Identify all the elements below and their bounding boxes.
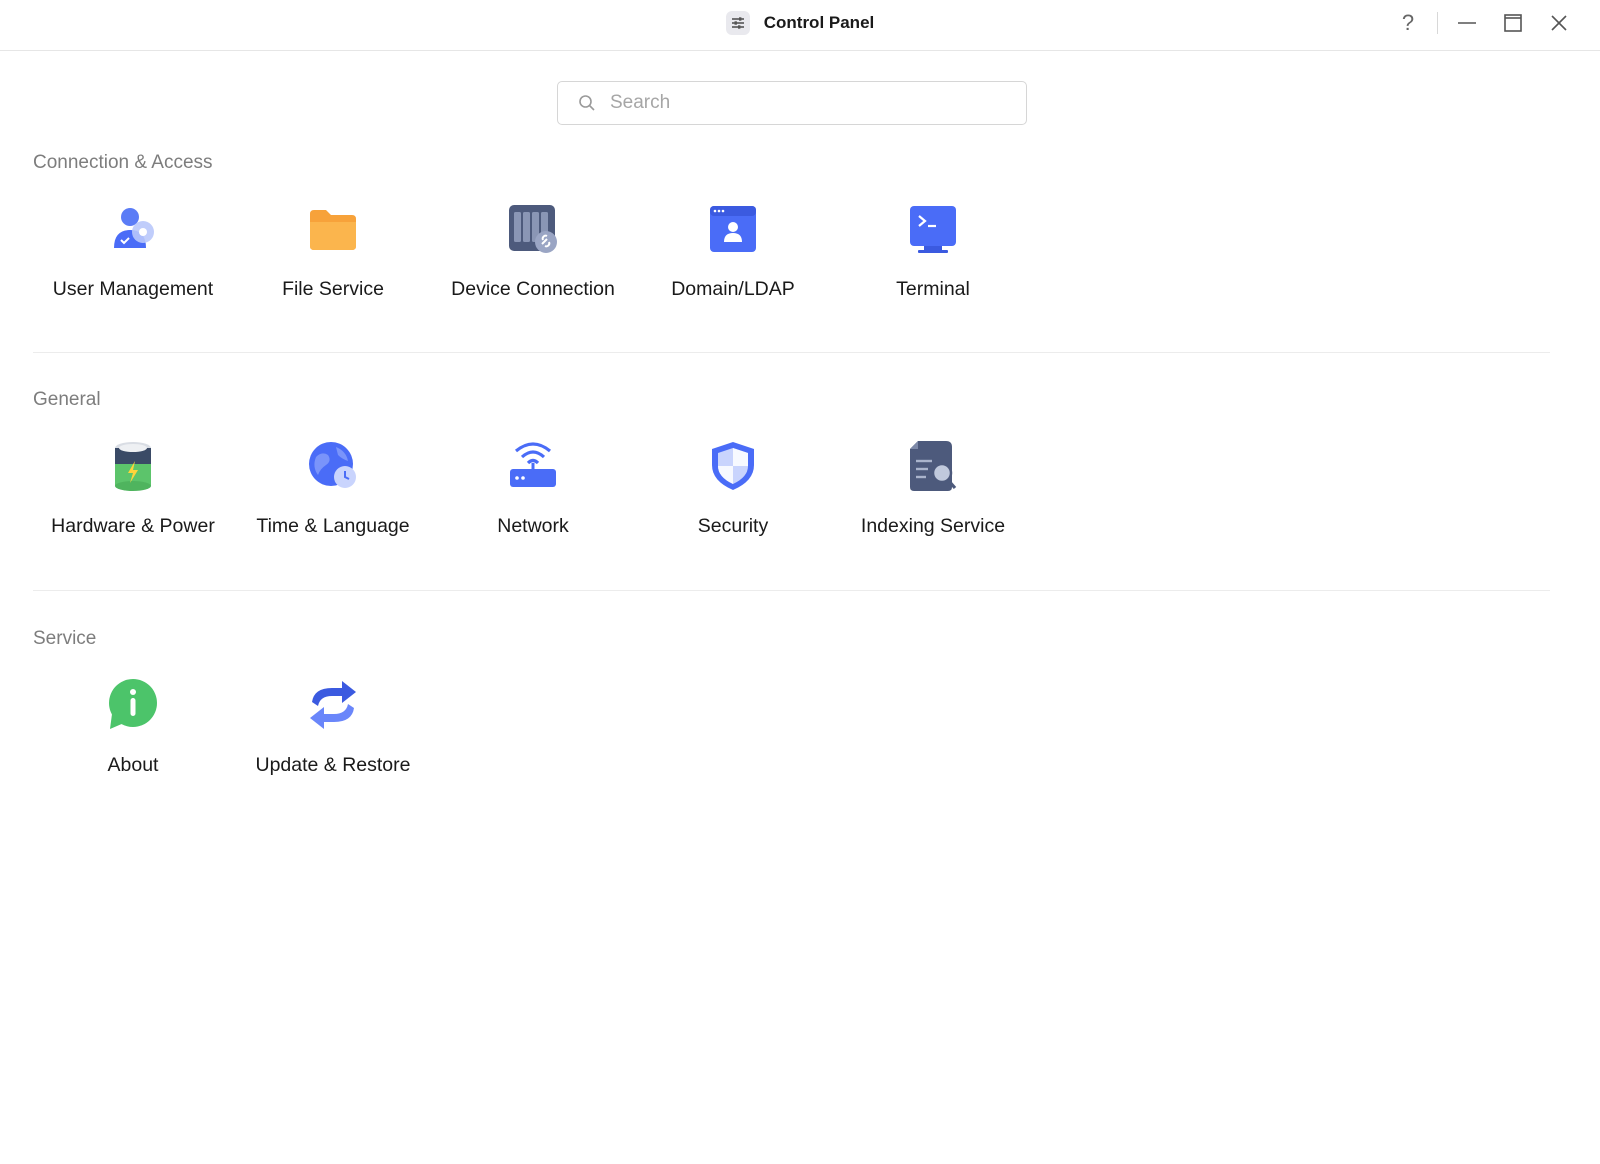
tile-file-service[interactable]: File Service	[233, 202, 433, 322]
tile-terminal[interactable]: Terminal	[833, 202, 1033, 322]
shield-icon	[712, 442, 754, 490]
index-search-icon	[910, 441, 957, 491]
help-icon: ?	[1401, 10, 1415, 35]
tile-label: Terminal	[896, 278, 970, 300]
tile-label: Domain/LDAP	[671, 278, 795, 300]
tile-device-connection[interactable]: Device Connection	[433, 202, 633, 322]
title-bar: Control Panel ?	[0, 0, 1600, 51]
tile-label: User Management	[52, 278, 214, 300]
section-general: General Hardware & Power Time & Language	[33, 389, 1550, 549]
tile-label: Time & Language	[256, 515, 410, 537]
info-icon	[109, 679, 157, 729]
control-panel-app-icon	[725, 11, 750, 35]
title-group: Control Panel	[0, 0, 1600, 46]
tile-user-management[interactable]: User Management	[33, 202, 233, 322]
tile-label: Security	[697, 515, 769, 537]
section-title: General	[33, 389, 101, 410]
tile-network[interactable]: Network	[433, 439, 633, 559]
minimize-button[interactable]	[1444, 0, 1490, 46]
tile-time-language[interactable]: Time & Language	[233, 439, 433, 559]
section-divider	[33, 352, 1550, 353]
globe-clock-icon	[309, 442, 356, 488]
maximize-icon	[1504, 14, 1522, 32]
tile-label: Indexing Service	[860, 515, 1006, 537]
maximize-button[interactable]	[1490, 0, 1536, 46]
section-connection-access: Connection & Access User Management File…	[33, 152, 1550, 312]
tile-label: Device Connection	[451, 278, 615, 300]
domain-ldap-icon	[710, 206, 756, 252]
section-title: Service	[33, 628, 97, 649]
device-connection-icon	[509, 205, 557, 253]
tile-domain-ldap[interactable]: Domain/LDAP	[633, 202, 833, 322]
tile-label: Update & Restore	[255, 754, 411, 776]
tile-label: About	[107, 754, 159, 776]
section-title: Connection & Access	[33, 152, 213, 173]
tile-indexing-service[interactable]: Indexing Service	[833, 439, 1033, 559]
window-controls: ?	[1385, 0, 1582, 46]
tile-label: Network	[497, 515, 569, 537]
tile-update-restore[interactable]: Update & Restore	[233, 678, 433, 798]
section-service: Service About Update & Restore	[33, 628, 1550, 788]
tile-hardware-power[interactable]: Hardware & Power	[33, 439, 233, 559]
search-input[interactable]	[608, 91, 1026, 115]
help-button[interactable]: ?	[1385, 0, 1431, 46]
refresh-icon	[310, 681, 356, 729]
tile-about[interactable]: About	[33, 678, 233, 798]
title-separator	[1437, 12, 1438, 34]
terminal-icon	[910, 206, 956, 253]
battery-icon	[115, 442, 151, 491]
section-divider	[33, 590, 1550, 591]
router-icon	[510, 442, 556, 487]
search-icon	[579, 95, 595, 111]
close-button[interactable]	[1536, 0, 1582, 46]
tile-label: File Service	[282, 278, 384, 300]
tile-security[interactable]: Security	[633, 439, 833, 559]
close-icon	[1551, 15, 1567, 31]
folder-icon	[310, 210, 356, 250]
tile-label: Hardware & Power	[51, 515, 215, 537]
minimize-icon	[1458, 22, 1476, 24]
window-title: Control Panel	[763, 13, 875, 32]
search-box	[557, 81, 1027, 125]
user-management-icon	[114, 208, 154, 248]
